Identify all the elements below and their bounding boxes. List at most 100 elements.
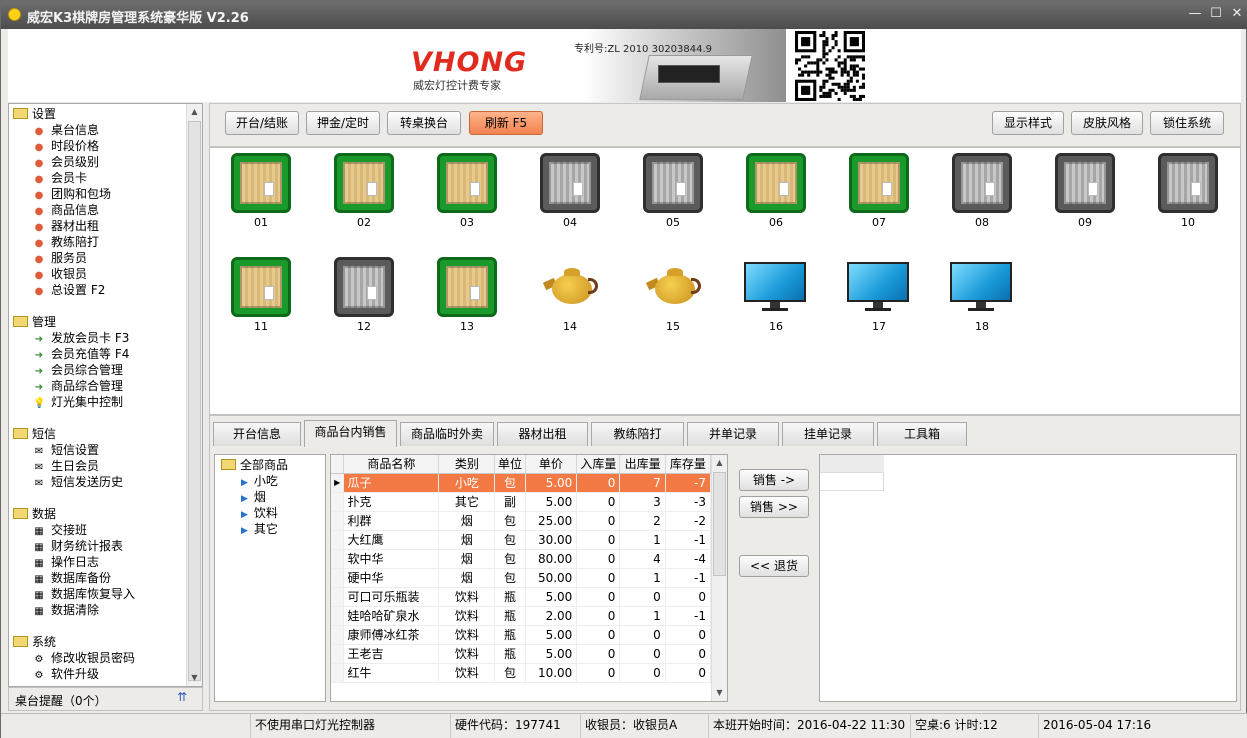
nav-item[interactable]: ✉ 生日会员 (33, 458, 99, 474)
nav-group-folder[interactable]: 系统 (13, 634, 56, 650)
tree-node[interactable]: ▶ 烟 (241, 489, 266, 505)
nav-item[interactable]: ● 时段价格 (33, 138, 99, 154)
table-tile[interactable]: 13 (427, 254, 507, 336)
column-header[interactable]: 出库量 (619, 455, 666, 474)
skin-style-button[interactable]: 皮肤风格 (1071, 111, 1143, 135)
nav-item[interactable]: ▦ 数据清除 (33, 602, 99, 618)
scroll-up-icon[interactable]: ▲ (187, 104, 202, 120)
table-row[interactable]: 利群烟包 25.00 0 2 -2 (331, 511, 712, 531)
table-row[interactable]: 可口可乐瓶装 饮料瓶 5.00 0 0 0 (331, 587, 712, 607)
table-tile[interactable]: 11 (221, 254, 301, 336)
nav-group-folder[interactable]: 设置 (13, 106, 56, 122)
column-header[interactable]: 商品名称 (343, 455, 440, 474)
column-header[interactable]: 类别 (438, 455, 496, 474)
tab-7[interactable]: 工具箱 (877, 422, 967, 446)
table-row[interactable]: 软中华烟包 80.00 0 4 -4 (331, 549, 712, 569)
minimize-icon[interactable]: — (1187, 6, 1203, 22)
tree-node[interactable]: ▶ 其它 (241, 521, 278, 537)
nav-item[interactable]: ● 商品信息 (33, 202, 99, 218)
sell-all-button[interactable]: 销售 >> (739, 496, 809, 518)
tab-5[interactable]: 并单记录 (687, 422, 779, 446)
nav-item[interactable]: ▦ 数据库恢复导入 (33, 586, 135, 602)
nav-item[interactable]: ➜ 会员综合管理 (33, 362, 123, 378)
grid-scroll-up-icon[interactable]: ▲ (712, 455, 727, 471)
table-tile[interactable]: 07 (839, 150, 919, 232)
column-header[interactable]: 库存量 (665, 455, 712, 474)
maximize-icon[interactable]: ☐ (1208, 6, 1224, 22)
tab-3[interactable]: 器材出租 (497, 422, 588, 446)
column-header[interactable]: 单位 (494, 455, 526, 474)
table-row[interactable]: 大红鹰烟包 30.00 0 1 -1 (331, 530, 712, 550)
table-tile[interactable]: 12 (324, 254, 404, 336)
nav-item[interactable]: ▦ 操作日志 (33, 554, 99, 570)
nav-item[interactable]: ● 会员级别 (33, 154, 99, 170)
nav-item[interactable]: ✉ 短信设置 (33, 442, 99, 458)
open-checkout-button[interactable]: 开台/结账 (225, 111, 299, 135)
table-tile[interactable]: 15 (633, 254, 713, 336)
table-tile[interactable]: 08 (942, 150, 1022, 232)
grid-scroll-down-icon[interactable]: ▼ (712, 685, 727, 701)
nav-item[interactable]: ● 器材出租 (33, 218, 99, 234)
nav-item[interactable]: ▦ 数据库备份 (33, 570, 111, 586)
scroll-thumb[interactable] (188, 121, 201, 681)
nav-item[interactable]: ● 服务员 (33, 250, 87, 266)
nav-group-folder[interactable]: 数据 (13, 506, 56, 522)
cart-row[interactable] (820, 473, 884, 491)
table-tile[interactable]: 04 (530, 150, 610, 232)
nav-item[interactable]: ● 会员卡 (33, 170, 87, 186)
nav-item[interactable]: ⚙ 软件升级 (33, 666, 100, 682)
lock-system-button[interactable]: 锁住系统 (1150, 111, 1224, 135)
close-icon[interactable]: ✕ (1229, 6, 1245, 22)
nav-item[interactable]: ● 总设置 F2 (33, 282, 106, 298)
column-header[interactable]: 入库量 (576, 455, 621, 474)
table-row[interactable]: 娃哈哈矿泉水 饮料瓶 2.00 0 1 -1 (331, 606, 712, 626)
tree-node[interactable]: ▶ 饮料 (241, 505, 278, 521)
nav-item[interactable]: ● 教练陪打 (33, 234, 99, 250)
tab-0[interactable]: 开台信息 (213, 422, 301, 446)
column-header[interactable]: 单价 (525, 455, 578, 474)
table-tile[interactable]: 17 (839, 254, 919, 336)
tab-2[interactable]: 商品临时外卖 (400, 422, 494, 446)
table-tile[interactable]: 18 (942, 254, 1022, 336)
tab-4[interactable]: 教练陪打 (591, 422, 684, 446)
table-row[interactable]: ▶ 瓜子 小吃包 5.00 0 7 -7 (331, 473, 712, 493)
table-tile[interactable]: 10 (1148, 150, 1228, 232)
table-tile[interactable]: 14 (530, 254, 610, 336)
sidebar-scrollbar[interactable]: ▲ ▼ (186, 104, 202, 686)
table-tile[interactable]: 03 (427, 150, 507, 232)
nav-item[interactable]: ▦ 财务统计报表 (33, 538, 123, 554)
table-row[interactable]: 王老吉 饮料瓶 5.00 0 0 0 (331, 644, 712, 664)
table-row[interactable]: 硬中华烟包 50.00 0 1 -1 (331, 568, 712, 588)
table-row[interactable]: 扑克 其它副 5.00 0 3 -3 (331, 492, 712, 512)
table-tile[interactable]: 02 (324, 150, 404, 232)
table-tile[interactable]: 06 (736, 150, 816, 232)
nav-item[interactable]: ● 收银员 (33, 266, 87, 282)
tree-root[interactable]: 全部商品 (221, 457, 288, 473)
nav-item[interactable]: ➜ 会员充值等 F4 (33, 346, 130, 362)
table-tile[interactable]: 09 (1045, 150, 1125, 232)
display-style-button[interactable]: 显示样式 (992, 111, 1064, 135)
nav-item[interactable]: ● 桌台信息 (33, 122, 99, 138)
nav-item[interactable]: ➜ 发放会员卡 F3 (33, 330, 130, 346)
grid-scroll-thumb[interactable] (713, 472, 726, 576)
nav-item[interactable]: ⚙ 修改收银员密码 (33, 650, 136, 666)
sales-cart-grid[interactable] (819, 454, 1237, 702)
scroll-down-icon[interactable]: ▼ (187, 670, 202, 686)
nav-item[interactable]: 💡 灯光集中控制 (33, 394, 123, 410)
tab-6[interactable]: 挂单记录 (782, 422, 874, 446)
nav-item[interactable]: ▦ 交接班 (33, 522, 87, 538)
nav-group-folder[interactable]: 短信 (13, 426, 56, 442)
table-reminder-bar[interactable]: 桌台提醒（0个） ⇈ (8, 687, 203, 711)
nav-item[interactable]: ● 团购和包场 (33, 186, 111, 202)
refresh-button[interactable]: 刷新 F5 (469, 111, 543, 135)
expand-up-icon[interactable]: ⇈ (177, 690, 187, 704)
table-tile[interactable]: 01 (221, 150, 301, 232)
table-tile[interactable]: 05 (633, 150, 713, 232)
sell-one-button[interactable]: 销售 -> (739, 469, 809, 491)
nav-group-folder[interactable]: 管理 (13, 314, 56, 330)
deposit-timer-button[interactable]: 押金/定时 (306, 111, 380, 135)
return-goods-button[interactable]: << 退货 (739, 555, 809, 577)
table-row[interactable]: 康师傅冰红茶 饮料瓶 5.00 0 0 0 (331, 625, 712, 645)
tab-1[interactable]: 商品台内销售 (304, 420, 397, 447)
table-row[interactable]: 红牛 饮料包 10.00 0 0 0 (331, 663, 712, 683)
